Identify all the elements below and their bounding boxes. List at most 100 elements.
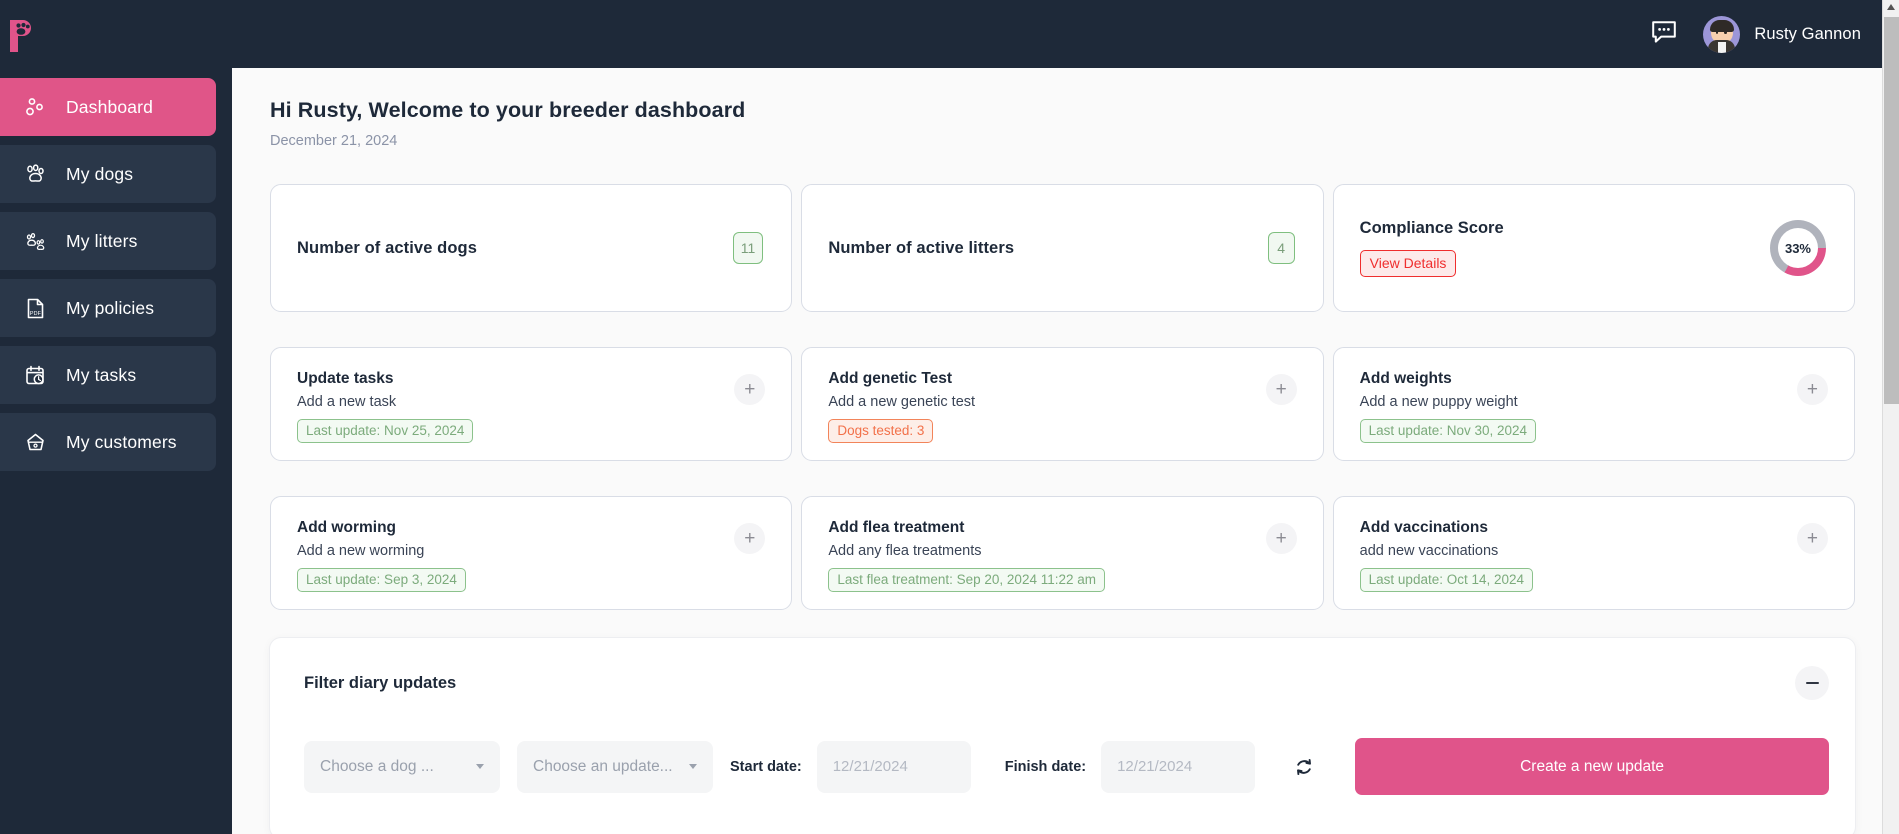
action-badge: Last update: Nov 25, 2024 <box>297 419 474 443</box>
page-date: December 21, 2024 <box>270 133 398 149</box>
action-subtitle: Add a new genetic test <box>828 394 976 410</box>
page-scrollbar[interactable] <box>1882 0 1899 834</box>
action-title: Add worming <box>297 519 397 536</box>
finish-date-input[interactable]: 12/21/2024 <box>1101 740 1256 793</box>
filter-panel-title: Filter diary updates <box>304 673 457 692</box>
plus-icon[interactable]: + <box>1796 374 1828 405</box>
user-name: Rusty Gannon <box>1754 24 1861 43</box>
action-card-add-worming[interactable]: Add worming Add a new worming Last updat… <box>270 496 793 610</box>
start-date-input[interactable]: 12/21/2024 <box>816 740 971 793</box>
action-badge: Last flea treatment: Sep 20, 2024 11:22 … <box>828 568 1105 592</box>
sidebar-item-label: My litters <box>66 230 138 251</box>
page-title: Hi Rusty, Welcome to your breeder dashbo… <box>270 98 746 122</box>
action-title: Add genetic Test <box>828 370 953 387</box>
action-badge: Last update: Oct 14, 2024 <box>1359 568 1534 592</box>
sidebar: Dashboard My dogs My litters PDF My poli… <box>0 68 232 834</box>
update-type-select[interactable]: Choose an update... <box>517 740 713 793</box>
action-card-text: Add worming Add a new worming Last updat… <box>297 519 466 592</box>
action-title: Add weights <box>1359 370 1452 387</box>
filter-panel-header: Filter diary updates <box>304 666 1829 700</box>
sidebar-item-label: Dashboard <box>66 96 153 117</box>
main-content: Hi Rusty, Welcome to your breeder dashbo… <box>232 68 1899 834</box>
sidebar-item-my-tasks[interactable]: My tasks <box>0 346 216 404</box>
stat-card-active-dogs: Number of active dogs 11 <box>270 184 793 312</box>
action-row-1: Update tasks Add a new task Last update:… <box>270 347 1855 461</box>
stat-card-active-litters: Number of active litters 4 <box>801 184 1324 312</box>
filter-diary-panel: Filter diary updates Choose a dog ... Ch… <box>270 638 1855 834</box>
action-card-genetic-test[interactable]: Add genetic Test Add a new genetic test … <box>801 347 1324 461</box>
plus-icon[interactable]: + <box>1265 374 1297 405</box>
action-badge: Dogs tested: 3 <box>828 419 934 443</box>
chevron-down-icon <box>476 764 484 769</box>
sidebar-item-my-litters[interactable]: My litters <box>0 212 216 270</box>
scroll-up-arrow-icon[interactable] <box>1887 4 1895 10</box>
action-title: Add flea treatment <box>828 519 965 536</box>
user-menu[interactable]: Rusty Gannon <box>1703 15 1861 53</box>
action-badge: Last update: Sep 3, 2024 <box>297 568 466 592</box>
stat-badge: 11 <box>732 232 764 264</box>
stat-badge: 4 <box>1267 232 1295 264</box>
view-details-button[interactable]: View Details <box>1359 250 1457 277</box>
paw-p-logo-icon <box>6 16 40 52</box>
paw-litter-icon <box>24 230 47 253</box>
action-card-text: Add weights Add a new puppy weight Last … <box>1359 370 1537 443</box>
action-title: Add vaccinations <box>1359 519 1488 536</box>
sidebar-item-dashboard[interactable]: Dashboard <box>0 78 216 136</box>
avatar <box>1703 15 1741 53</box>
action-card-text: Add vaccinations add new vaccinations La… <box>1359 519 1534 592</box>
finish-date-label: Finish date: <box>1004 758 1087 775</box>
start-date-placeholder: 12/21/2024 <box>832 758 908 775</box>
action-card-update-tasks[interactable]: Update tasks Add a new task Last update:… <box>270 347 793 461</box>
sidebar-item-label: My policies <box>66 297 155 318</box>
compliance-title: Compliance Score <box>1359 219 1504 237</box>
app-root: Rusty Gannon Dashboard My dogs My litter… <box>0 0 1899 834</box>
plus-icon[interactable]: + <box>734 374 766 405</box>
compliance-percent: 33% <box>1784 240 1811 256</box>
crown-icon <box>24 431 47 454</box>
action-row-2: Add worming Add a new worming Last updat… <box>270 496 1855 610</box>
pdf-file-icon: PDF <box>24 297 47 320</box>
top-bar: Rusty Gannon <box>0 0 1899 68</box>
scrollbar-thumb[interactable] <box>1884 17 1899 404</box>
calendar-clock-icon <box>24 364 47 387</box>
sidebar-item-label: My dogs <box>66 163 134 184</box>
plus-icon[interactable]: + <box>1796 523 1828 554</box>
action-card-add-vaccinations[interactable]: Add vaccinations add new vaccinations La… <box>1332 496 1855 610</box>
chevron-down-icon <box>689 764 697 769</box>
action-subtitle: Add any flea treatments <box>828 543 982 559</box>
compliance-donut-chart: 33% <box>1769 220 1826 276</box>
dog-select-value: Choose a dog ... <box>320 757 434 775</box>
action-card-text: Add genetic Test Add a new genetic test … <box>828 370 975 443</box>
top-bar-right: Rusty Gannon <box>1651 15 1861 53</box>
action-card-add-weights[interactable]: Add weights Add a new puppy weight Last … <box>1332 347 1855 461</box>
action-card-text: Add flea treatment Add any flea treatmen… <box>828 519 1105 592</box>
filter-controls-row: Choose a dog ... Choose an update... Sta… <box>304 738 1829 795</box>
paw-dots-icon <box>24 96 47 119</box>
stat-title: Number of active litters <box>828 238 1015 257</box>
minus-icon[interactable] <box>1795 666 1829 700</box>
sidebar-item-label: My tasks <box>66 364 137 385</box>
plus-icon[interactable]: + <box>1265 523 1297 554</box>
action-title: Update tasks <box>297 370 394 387</box>
action-subtitle: add new vaccinations <box>1359 543 1499 559</box>
svg-text:PDF: PDF <box>30 311 42 317</box>
sidebar-item-my-customers[interactable]: My customers <box>0 413 216 471</box>
create-new-update-button[interactable]: Create a new update <box>1355 738 1829 795</box>
sidebar-item-my-policies[interactable]: PDF My policies <box>0 279 216 337</box>
compliance-left: Compliance Score View Details <box>1359 219 1504 277</box>
action-subtitle: Add a new worming <box>297 543 425 559</box>
stat-title: Number of active dogs <box>297 238 477 257</box>
start-date-label: Start date: <box>730 758 802 775</box>
update-type-select-value: Choose an update... <box>533 757 673 775</box>
dog-select[interactable]: Choose a dog ... <box>304 740 500 793</box>
action-badge: Last update: Nov 30, 2024 <box>1359 419 1537 443</box>
plus-icon[interactable]: + <box>734 523 766 554</box>
brand-logo[interactable] <box>0 16 232 52</box>
refresh-icon[interactable] <box>1289 752 1319 782</box>
stats-row: Number of active dogs 11 Number of activ… <box>270 184 1855 312</box>
action-card-flea-treatment[interactable]: Add flea treatment Add any flea treatmen… <box>801 496 1324 610</box>
sidebar-item-my-dogs[interactable]: My dogs <box>0 145 216 203</box>
action-subtitle: Add a new task <box>297 394 397 410</box>
chat-bubble-icon[interactable] <box>1651 20 1677 49</box>
action-card-text: Update tasks Add a new task Last update:… <box>297 370 474 443</box>
